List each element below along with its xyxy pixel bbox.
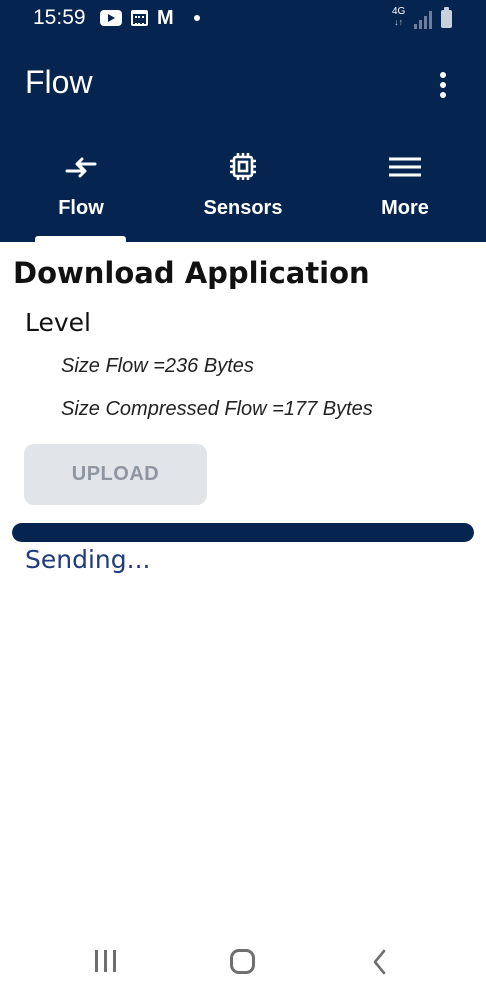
tab-sensors[interactable]: Sensors (162, 140, 324, 242)
battery-icon (441, 7, 452, 28)
page-title: Download Application (13, 256, 370, 290)
tab-label: Flow (58, 197, 104, 219)
system-nav-bar (0, 930, 486, 999)
chip-icon (230, 153, 256, 180)
home-icon[interactable] (230, 949, 255, 974)
notification-dot-icon (194, 15, 200, 21)
more-vert-icon[interactable] (432, 70, 454, 100)
tab-selected-indicator (35, 236, 126, 242)
network-indicator: 4G ↓↑ (392, 6, 406, 28)
tab-label: More (381, 197, 429, 219)
app-title: Flow (25, 64, 93, 100)
size-flow-text: Size Flow =236 Bytes (61, 355, 254, 377)
status-text: Sending... (25, 545, 151, 574)
upload-button[interactable]: UPLOAD (24, 444, 207, 505)
progress-bar (12, 523, 474, 542)
progress-fill (12, 523, 474, 542)
level-label: Level (25, 308, 91, 337)
status-bar: 15:59 M 4G ↓↑ (0, 0, 486, 40)
tab-flow[interactable]: Flow (0, 140, 162, 242)
network-arrows-icon: ↓↑ (394, 17, 404, 27)
menu-icon (389, 157, 421, 177)
tab-more[interactable]: More (324, 140, 486, 242)
back-icon[interactable] (370, 949, 390, 975)
calendar-icon (131, 10, 148, 26)
tab-label: Sensors (203, 197, 283, 219)
signal-icon (414, 11, 432, 29)
network-label: 4G (392, 6, 406, 17)
recents-icon[interactable] (94, 950, 118, 972)
size-compressed-text: Size Compressed Flow =177 Bytes (61, 398, 373, 420)
status-time: 15:59 (33, 6, 86, 29)
header: 15:59 M 4G ↓↑ Flow Flow Sensors More (0, 0, 486, 242)
youtube-icon (100, 10, 122, 26)
tab-bar: Flow Sensors More (0, 140, 486, 242)
swap-arrows-icon (65, 157, 97, 178)
gmail-icon: M (157, 7, 174, 29)
